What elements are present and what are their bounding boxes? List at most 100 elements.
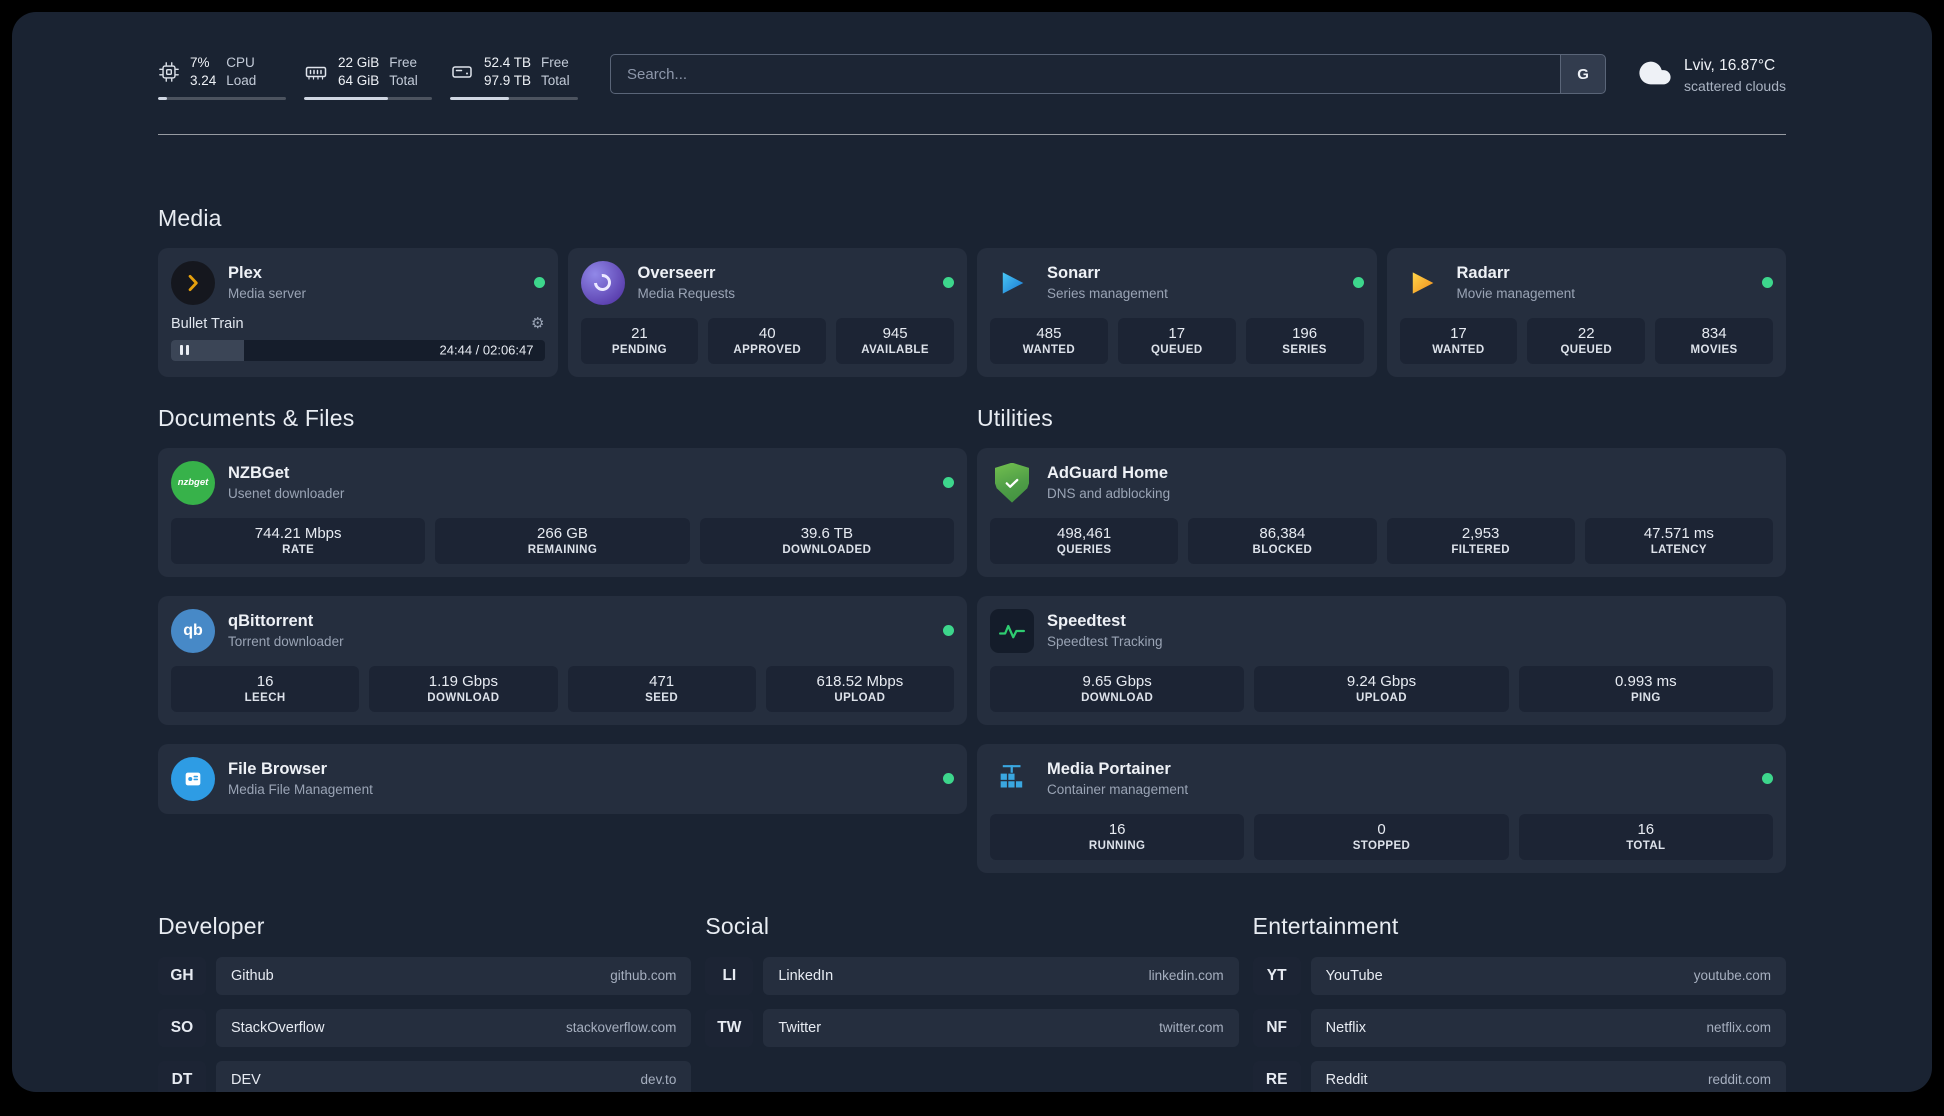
stat-label: QUERIES (1056, 544, 1112, 557)
stat-tile: 21 PENDING (580, 317, 699, 364)
search-bar: G (610, 54, 1607, 94)
bookmark-name: YouTube (1325, 967, 1383, 984)
radarr-icon (1400, 261, 1444, 305)
stat-value: 21 (631, 325, 648, 343)
bookmarks-section: Developer GH Github github.com SO StackO… (158, 913, 1786, 1092)
overseerr-card-link[interactable]: Overseerr Media Requests (580, 260, 954, 305)
status-dot (1762, 277, 1773, 289)
bookmark-abbr: GH (158, 956, 206, 995)
bookmark-github[interactable]: GH Github github.com (158, 956, 692, 995)
service-subtitle: Media Requests (637, 286, 736, 302)
status-dot (943, 773, 954, 785)
filebrowser-card-link[interactable]: File Browser Media File Management (171, 756, 954, 801)
service-name: Speedtest (1047, 611, 1126, 630)
bookmark-row: Github github.com (216, 956, 692, 995)
bookmark-group-social: Social LI LinkedIn linkedin.com TW Twitt… (705, 913, 1239, 1092)
service-subtitle: Movie management (1456, 286, 1576, 302)
pause-icon[interactable] (180, 345, 189, 356)
stat-label: DOWNLOADED (782, 544, 872, 557)
status-dot (943, 277, 954, 289)
service-subtitle: Series management (1047, 286, 1168, 302)
bookmark-abbr: SO (158, 1008, 206, 1047)
cpu-label-2: Load (226, 72, 257, 88)
section-title-entertainment: Entertainment (1252, 912, 1399, 939)
bookmark-twitter[interactable]: TW Twitter twitter.com (705, 1008, 1239, 1047)
adguard-card: AdGuard Home DNS and adblocking 498,461 Q… (977, 447, 1786, 577)
cpu-load: 3.24 (190, 72, 217, 88)
section-title-documents: Documents & Files (158, 404, 355, 431)
bookmark-abbr: LI (705, 956, 754, 995)
stat-value: 0 (1377, 821, 1386, 839)
qbittorrent-card-link[interactable]: qb qBittorrent Torrent downloader (171, 608, 954, 653)
weather-condition: scattered clouds (1684, 77, 1786, 94)
search-input[interactable] (610, 54, 1561, 94)
bookmark-name: Github (231, 967, 274, 984)
disk-label-2: Total (541, 72, 570, 88)
bookmark-domain: dev.to (640, 1072, 677, 1088)
stat-value: 86,384 (1259, 525, 1306, 543)
qbittorrent-icon: qb (171, 608, 215, 653)
stat-label: STOPPED (1352, 840, 1411, 853)
bookmark-linkedin[interactable]: LI LinkedIn linkedin.com (705, 956, 1239, 995)
status-dot (943, 625, 954, 637)
stat-tile: 1.19 Gbps DOWNLOAD (369, 665, 558, 712)
stat-value: 22 (1577, 325, 1595, 343)
playback-progress-bar: 24:44 / 02:06:47 (171, 339, 545, 361)
sonarr-card-link[interactable]: Sonarr Series management (990, 261, 1364, 305)
stat-value: 485 (1036, 325, 1062, 343)
disk-total: 97.9 TB (484, 72, 532, 88)
stat-label: AVAILABLE (861, 344, 929, 357)
bookmark-abbr: RE (1252, 1060, 1301, 1092)
bookmark-domain: youtube.com (1693, 968, 1771, 984)
bookmark-dev[interactable]: DT DEV dev.to (158, 1060, 692, 1092)
portainer-card-link[interactable]: Media Portainer Container management (990, 757, 1773, 801)
stat-tile: 498,461 QUERIES (990, 517, 1179, 564)
bookmark-group-developer: Developer GH Github github.com SO StackO… (158, 912, 692, 1092)
memory-icon (304, 60, 328, 84)
sonarr-card: Sonarr Series management 485 WANTED 17 QUE… (977, 247, 1377, 377)
bookmark-abbr: NF (1252, 1008, 1301, 1047)
gear-icon[interactable]: ⚙ (531, 316, 544, 331)
topbar: 7% 3.24 CPU Load 22 GiB 64 GiB Free Tota… (158, 54, 1786, 100)
bookmark-domain: twitter.com (1159, 1020, 1224, 1036)
stat-tile: 744.21 Mbps RATE (171, 517, 426, 564)
bookmark-netflix[interactable]: NF Netflix netflix.com (1252, 1008, 1786, 1047)
stat-value: 196 (1292, 325, 1318, 343)
service-subtitle: Media File Management (228, 782, 373, 798)
stat-label: PENDING (611, 344, 668, 357)
disk-icon (450, 60, 474, 84)
stat-value: 16 (1637, 821, 1655, 839)
stat-tile: 266 GB REMAINING (435, 517, 690, 564)
bookmark-row: StackOverflow stackoverflow.com (216, 1008, 692, 1047)
bookmark-reddit[interactable]: RE Reddit reddit.com (1252, 1060, 1786, 1092)
status-dot (943, 477, 954, 489)
weather-location: Lviv, 16.87°C (1684, 57, 1776, 74)
search-provider-button[interactable]: G (1560, 54, 1607, 94)
speedtest-card-link[interactable]: Speedtest Speedtest Tracking (990, 608, 1773, 653)
adguard-card-link[interactable]: AdGuard Home DNS and adblocking (990, 461, 1773, 505)
utilities-section: Utilities AdGuard Home DNS and adblockin… (977, 405, 1786, 873)
service-name: qBittorrent (228, 611, 314, 630)
cpu-label: CPU (226, 55, 255, 70)
radarr-card-link[interactable]: Radarr Movie management (1400, 261, 1773, 305)
stat-label: BLOCKED (1252, 544, 1313, 557)
stat-value: 40 (758, 325, 776, 343)
stat-value: 2,953 (1461, 525, 1500, 543)
stat-value: 9.24 Gbps (1346, 673, 1417, 691)
memory-free: 22 GiB (338, 55, 380, 70)
nzbget-icon: nzbget (171, 460, 215, 505)
cloud-icon (1638, 56, 1672, 95)
stat-label: UPLOAD (1356, 692, 1407, 705)
nzbget-card-link[interactable]: nzbget NZBGet Usenet downloader (171, 460, 954, 505)
stat-value: 618.52 Mbps (816, 673, 904, 691)
stat-tile: 834 MOVIES (1655, 317, 1773, 364)
plex-card-link[interactable]: Plex Media server (171, 260, 545, 305)
bookmark-youtube[interactable]: YT YouTube youtube.com (1252, 956, 1786, 995)
stat-tile: 485 WANTED (990, 317, 1108, 364)
service-subtitle: Speedtest Tracking (1047, 634, 1163, 650)
bookmark-stackoverflow[interactable]: SO StackOverflow stackoverflow.com (158, 1008, 692, 1047)
bookmark-domain: github.com (610, 968, 677, 984)
section-title-developer: Developer (158, 912, 265, 939)
cpu-usage: 7% (190, 55, 210, 70)
stat-value: 16 (256, 673, 274, 691)
